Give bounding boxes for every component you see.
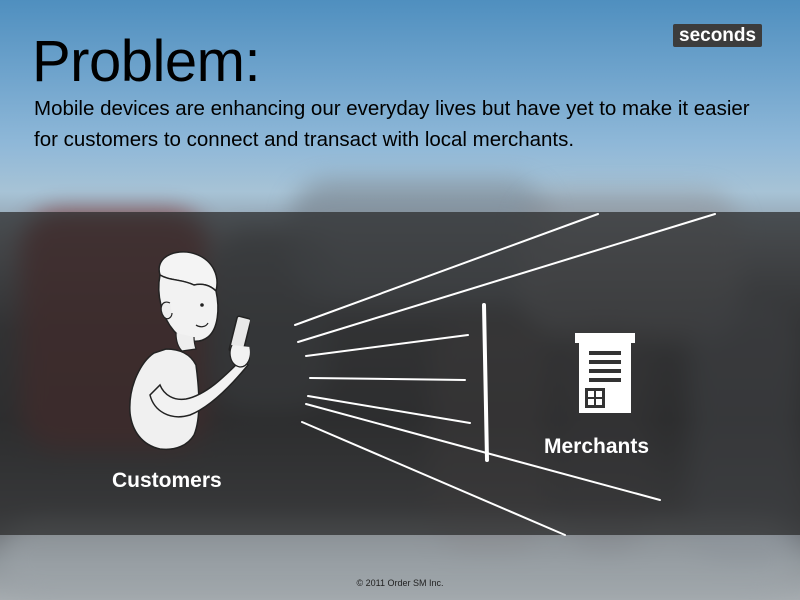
connection-line xyxy=(305,334,469,357)
customers-label: Customers xyxy=(112,469,222,492)
connection-line xyxy=(297,213,716,343)
merchants-label: Merchants xyxy=(544,435,650,458)
slide: Problem: Mobile devices are enhancing ou… xyxy=(0,0,800,600)
building-icon xyxy=(575,333,635,413)
connection-line xyxy=(307,395,471,424)
copyright-footer: © 2011 Order SM Inc. xyxy=(356,578,444,588)
person-with-phone-icon xyxy=(129,251,250,451)
merchant-boundary-line xyxy=(482,303,489,462)
connection-line xyxy=(309,377,466,381)
connection-line xyxy=(294,213,599,326)
